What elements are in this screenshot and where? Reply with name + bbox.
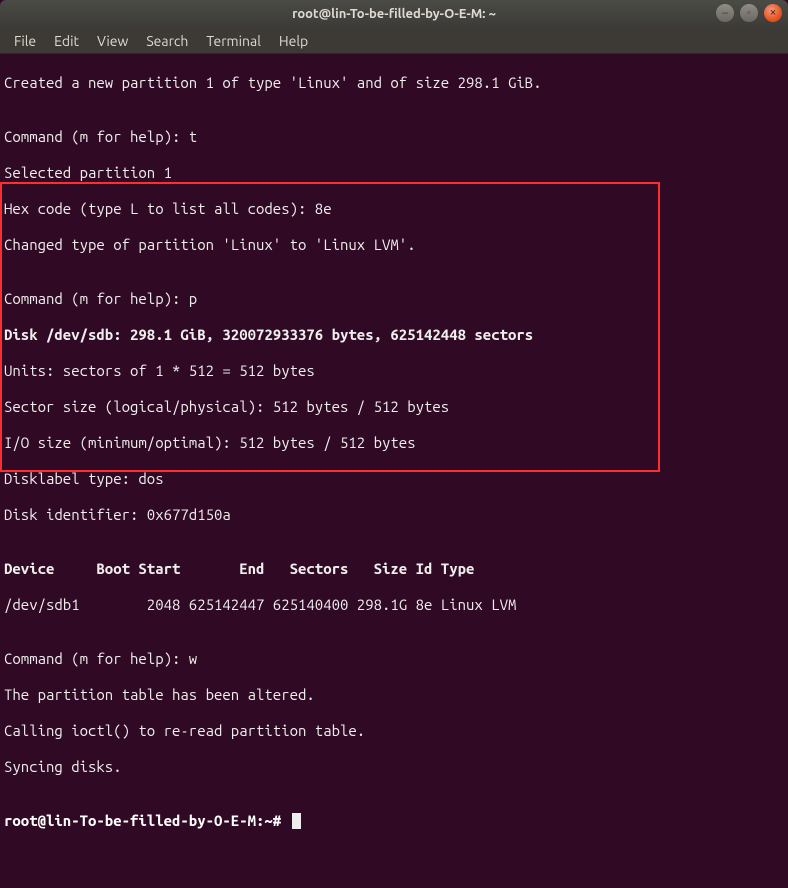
terminal-area[interactable]: Created a new partition 1 of type 'Linux…: [0, 54, 788, 888]
term-line: Hex code (type L to list all codes): 8e: [4, 200, 784, 218]
menu-file[interactable]: File: [6, 31, 44, 51]
menu-bar: File Edit View Search Terminal Help: [0, 28, 788, 54]
term-line: I/O size (minimum/optimal): 512 bytes / …: [4, 434, 784, 452]
window-title: root@lin-To-be-filled-by-O-E-M: ~: [292, 7, 496, 21]
cursor-icon: [292, 813, 301, 829]
term-line: The partition table has been altered.: [4, 686, 784, 704]
term-table-header: Device Boot Start End Sectors Size Id Ty…: [4, 560, 784, 578]
term-table-row: /dev/sdb1 2048 625142447 625140400 298.1…: [4, 596, 784, 614]
term-prompt-line: root@lin-To-be-filled-by-O-E-M:~#: [4, 812, 784, 830]
window-titlebar: root@lin-To-be-filled-by-O-E-M: ~ – ◦ ×: [0, 0, 788, 28]
window-controls: – ◦ ×: [716, 4, 782, 22]
shell-prompt: root@lin-To-be-filled-by-O-E-M:~#: [4, 812, 290, 829]
term-line-bold: Disk /dev/sdb: 298.1 GiB, 320072933376 b…: [4, 326, 784, 344]
term-line: Disk identifier: 0x677d150a: [4, 506, 784, 524]
term-line: Command (m for help): w: [4, 650, 784, 668]
menu-help[interactable]: Help: [271, 31, 316, 51]
maximize-button[interactable]: ◦: [740, 4, 758, 22]
term-line: Created a new partition 1 of type 'Linux…: [4, 74, 784, 92]
term-line: Sector size (logical/physical): 512 byte…: [4, 398, 784, 416]
term-line: Selected partition 1: [4, 164, 784, 182]
term-line: Disklabel type: dos: [4, 470, 784, 488]
close-button[interactable]: ×: [764, 4, 782, 22]
menu-view[interactable]: View: [89, 31, 136, 51]
minimize-button[interactable]: –: [716, 4, 734, 22]
term-line: Syncing disks.: [4, 758, 784, 776]
term-line: Command (m for help): t: [4, 128, 784, 146]
menu-search[interactable]: Search: [138, 31, 196, 51]
term-line: Calling ioctl() to re-read partition tab…: [4, 722, 784, 740]
menu-edit[interactable]: Edit: [46, 31, 87, 51]
term-line: Units: sectors of 1 * 512 = 512 bytes: [4, 362, 784, 380]
term-line: Changed type of partition 'Linux' to 'Li…: [4, 236, 784, 254]
term-line: Command (m for help): p: [4, 290, 784, 308]
menu-terminal[interactable]: Terminal: [198, 31, 269, 51]
